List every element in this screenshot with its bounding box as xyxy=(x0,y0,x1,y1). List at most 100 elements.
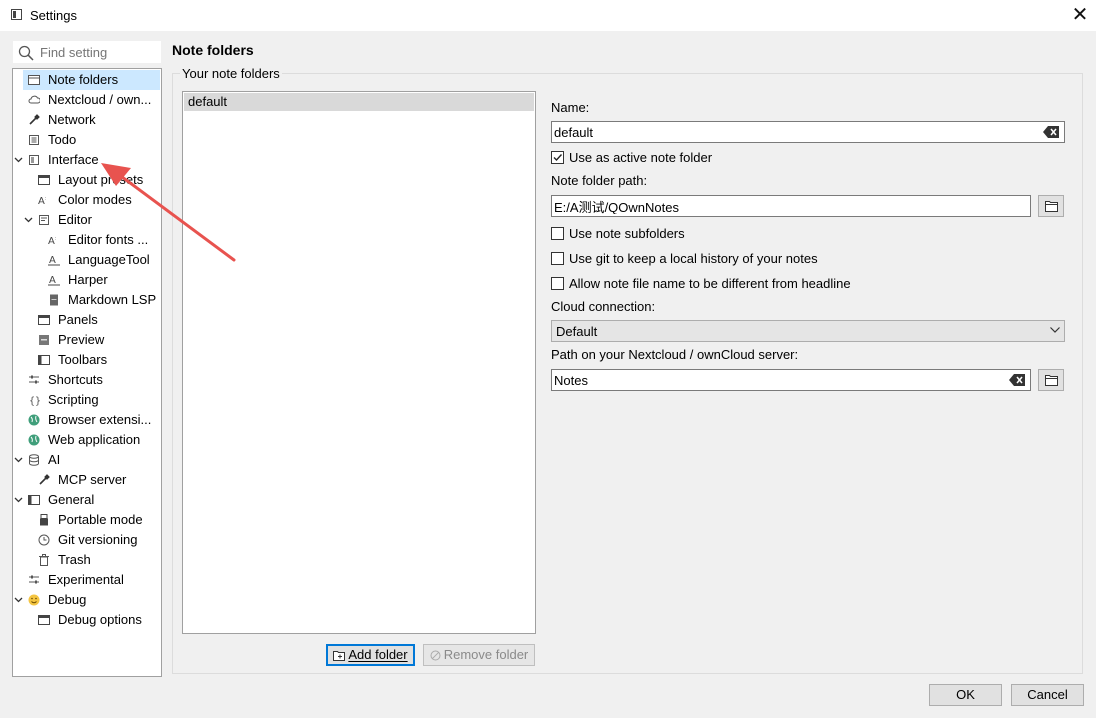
font-icon: A: xyxy=(48,236,56,246)
group-label: Your note folders xyxy=(180,66,282,81)
remove-folder-button[interactable]: Remove folder xyxy=(423,644,535,666)
sidebar-item-label: Toolbars xyxy=(58,352,108,367)
sidebar-item-panels[interactable]: Panels xyxy=(13,310,160,330)
sidebar-item-label: Interface xyxy=(48,152,99,167)
sidebar-item-todo[interactable]: Todo xyxy=(13,130,160,150)
todo-icon xyxy=(29,135,39,145)
sidebar-item-label: Scripting xyxy=(48,392,99,407)
sidebar-item-ai[interactable]: AI xyxy=(13,450,160,470)
cloud-connection-label: Cloud connection: xyxy=(551,299,656,314)
path-field[interactable] xyxy=(551,195,1031,217)
title-bar: Settings ✕ xyxy=(0,0,1096,31)
sidebar-item-toolbars[interactable]: Toolbars xyxy=(13,350,160,370)
svg-text:A: A xyxy=(49,275,56,286)
browse-path-button[interactable] xyxy=(1038,195,1064,217)
page-title: Note folders xyxy=(172,42,254,58)
sidebar-item-layout-presets[interactable]: Layout presets xyxy=(13,170,160,190)
clear-icon[interactable] xyxy=(1009,374,1025,386)
sidebar-item-interface[interactable]: Interface xyxy=(13,150,160,170)
sidebar-item-label: Browser extensi... xyxy=(48,412,152,427)
list-item[interactable]: default xyxy=(184,93,534,111)
sidebar-item-debug-options[interactable]: Debug options xyxy=(13,610,160,630)
filename-headline-checkbox[interactable] xyxy=(551,277,564,290)
sidebar-item-languagetool[interactable]: A LanguageTool xyxy=(13,250,160,270)
note-folder-list[interactable]: default xyxy=(182,91,536,634)
spell-icon: A xyxy=(48,275,60,286)
sidebar-item-harper[interactable]: A Harper xyxy=(13,270,160,290)
sidebar-item-network[interactable]: Network xyxy=(13,110,160,130)
ok-button[interactable]: OK xyxy=(929,684,1002,706)
path-input[interactable] xyxy=(554,198,1024,214)
server-path-label: Path on your Nextcloud / ownCloud server… xyxy=(551,347,799,362)
close-icon[interactable]: ✕ xyxy=(1070,4,1090,26)
clock-icon xyxy=(38,534,50,546)
sidebar-item-mcp-server[interactable]: MCP server xyxy=(13,470,160,490)
plug-icon xyxy=(29,114,40,125)
svg-text:{}: {} xyxy=(29,396,40,406)
name-input[interactable] xyxy=(554,124,1034,140)
sidebar-item-label: Editor xyxy=(58,212,92,227)
sidebar-item-label: Trash xyxy=(58,552,91,567)
add-folder-button[interactable]: Add folder xyxy=(326,644,415,666)
folder-icon xyxy=(1045,375,1058,386)
sidebar-item-label: Nextcloud / own... xyxy=(48,92,152,107)
folder-note-icon xyxy=(28,75,40,85)
server-path-input[interactable] xyxy=(554,372,994,388)
sidebar-item-label: Debug xyxy=(48,592,87,607)
name-field[interactable] xyxy=(551,121,1065,143)
sidebar-item-browser-extensi[interactable]: Browser extensi... xyxy=(13,410,160,430)
color-icon: A: xyxy=(38,196,46,206)
smiley-icon xyxy=(28,594,40,606)
sidebar-item-label: Preview xyxy=(58,332,105,347)
git-history-checkbox[interactable] xyxy=(551,252,564,265)
subfolders-checkbox[interactable] xyxy=(551,227,564,240)
layout-icon xyxy=(38,175,50,185)
browse-server-path-button[interactable] xyxy=(1038,369,1064,391)
shortcuts-icon xyxy=(29,575,39,584)
sidebar-item-experimental[interactable]: Experimental xyxy=(13,570,160,590)
window-title: Settings xyxy=(30,8,77,23)
search-box[interactable] xyxy=(13,41,161,63)
sidebar-item-editor[interactable]: Editor xyxy=(13,210,160,230)
cloud-connection-select[interactable]: Default xyxy=(551,320,1065,342)
search-input[interactable] xyxy=(40,44,158,60)
sidebar-item-debug[interactable]: Debug xyxy=(13,590,160,610)
sidebar-item-general[interactable]: General xyxy=(13,490,160,510)
svg-text::: : xyxy=(45,196,46,202)
sidebar-item-note-folders[interactable]: Note folders xyxy=(23,70,160,90)
sidebar-item-preview[interactable]: Preview xyxy=(13,330,160,350)
clear-icon[interactable] xyxy=(1043,126,1059,138)
sidebar-item-label: General xyxy=(48,492,95,507)
sidebar-item-markdown-lsp[interactable]: Markdown LSP xyxy=(13,290,160,310)
sidebar-item-label: LanguageTool xyxy=(68,252,150,267)
sidebar-item-portable-mode[interactable]: Portable mode xyxy=(13,510,160,530)
sidebar-item-git-versioning[interactable]: Git versioning xyxy=(13,530,160,550)
settings-tree[interactable]: Note folders Nextcloud / own... Network Tod… xyxy=(12,68,162,677)
filename-headline-label: Allow note file name to be different fro… xyxy=(569,276,851,291)
sidebar-item-nextcloud-own[interactable]: Nextcloud / own... xyxy=(13,90,160,110)
settings-window-icon xyxy=(11,9,22,20)
usb-icon xyxy=(40,514,48,526)
search-icon xyxy=(18,45,34,61)
sidebar-item-label: Markdown LSP xyxy=(68,292,157,307)
add-folder-icon xyxy=(333,651,346,662)
subfolders-label: Use note subfolders xyxy=(569,226,685,241)
sidebar-item-label: Debug options xyxy=(58,612,142,627)
sidebar-item-label: Shortcuts xyxy=(48,372,103,387)
sidebar-item-label: Harper xyxy=(68,272,108,287)
sidebar-item-scripting[interactable]: {} Scripting xyxy=(13,390,160,410)
prohibited-icon xyxy=(430,650,441,661)
sidebar-item-label: Layout presets xyxy=(58,172,144,187)
sidebar-item-trash[interactable]: Trash xyxy=(13,550,160,570)
sidebar-item-color-modes[interactable]: A: Color modes xyxy=(13,190,160,210)
sidebar-item-web-application[interactable]: Web application xyxy=(13,430,160,450)
active-folder-label: Use as active note folder xyxy=(569,150,713,165)
shortcuts-icon xyxy=(29,375,39,384)
active-folder-checkbox[interactable] xyxy=(551,151,564,164)
globe-icon xyxy=(28,434,40,446)
cancel-button[interactable]: Cancel xyxy=(1011,684,1084,706)
server-path-field[interactable] xyxy=(551,369,1031,391)
sidebar-item-shortcuts[interactable]: Shortcuts xyxy=(13,370,160,390)
globe-icon xyxy=(28,414,40,426)
sidebar-item-editor-fonts[interactable]: A: Editor fonts ... xyxy=(13,230,160,250)
